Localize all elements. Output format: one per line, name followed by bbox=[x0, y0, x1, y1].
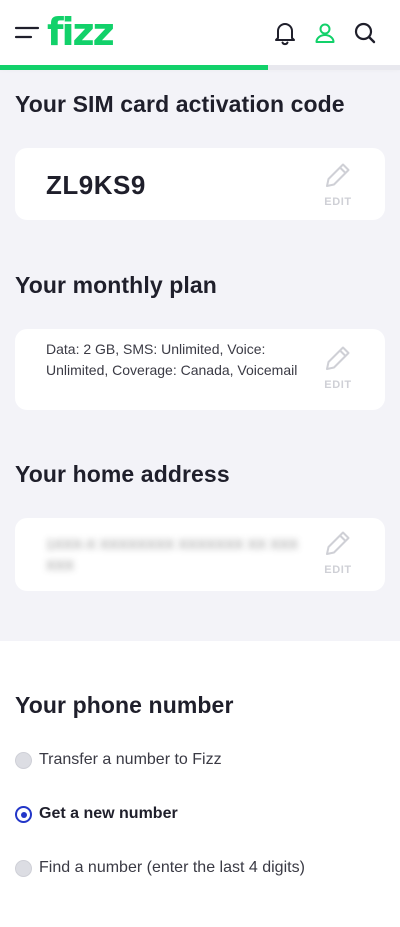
pencil-icon bbox=[326, 163, 350, 187]
app-header: fizz bbox=[0, 0, 400, 66]
plan-details: Data: 2 GB, SMS: Unlimited, Voice: Unlim… bbox=[46, 341, 298, 378]
plan-edit-button[interactable]: EDIT bbox=[321, 343, 355, 399]
radio-button-selected[interactable] bbox=[15, 806, 32, 823]
edit-label: EDIT bbox=[324, 564, 352, 576]
radio-button[interactable] bbox=[15, 860, 32, 877]
bell-icon[interactable] bbox=[272, 20, 298, 46]
sim-edit-button[interactable]: EDIT bbox=[321, 160, 355, 216]
svg-text:fizz: fizz bbox=[47, 10, 114, 50]
user-icon[interactable] bbox=[312, 20, 338, 46]
fizz-logo[interactable]: fizz bbox=[46, 10, 120, 54]
progress-bar bbox=[0, 65, 400, 70]
plan-card: Data: 2 GB, SMS: Unlimited, Voice: Unlim… bbox=[15, 329, 385, 410]
search-icon[interactable] bbox=[352, 20, 378, 46]
menu-icon[interactable] bbox=[14, 22, 40, 44]
option-label: Transfer a number to Fizz bbox=[39, 751, 222, 768]
sim-activation-code: ZL9KS9 bbox=[46, 170, 146, 200]
address-edit-button[interactable]: EDIT bbox=[321, 528, 355, 584]
edit-label: EDIT bbox=[324, 196, 352, 208]
option-label: Find a number (enter the last 4 digits) bbox=[39, 859, 305, 876]
option-label: Get a new number bbox=[39, 805, 178, 822]
phone-section-title: Your phone number bbox=[15, 692, 234, 718]
sim-code-card: ZL9KS9 EDIT bbox=[15, 148, 385, 220]
home-address-value: 1XXX-X XXXXXXXX XXXXXXX XX XXX XXX bbox=[46, 536, 299, 573]
address-card: 1XXX-X XXXXXXXX XXXXXXX XX XXX XXX EDIT bbox=[15, 518, 385, 591]
sim-section-title: Your SIM card activation code bbox=[15, 91, 345, 117]
plan-section-title: Your monthly plan bbox=[15, 272, 217, 298]
address-section-title: Your home address bbox=[15, 461, 230, 487]
edit-label: EDIT bbox=[324, 379, 352, 391]
progress-fill bbox=[0, 65, 268, 70]
pencil-icon bbox=[326, 346, 350, 370]
pencil-icon bbox=[326, 531, 350, 555]
radio-button[interactable] bbox=[15, 752, 32, 769]
